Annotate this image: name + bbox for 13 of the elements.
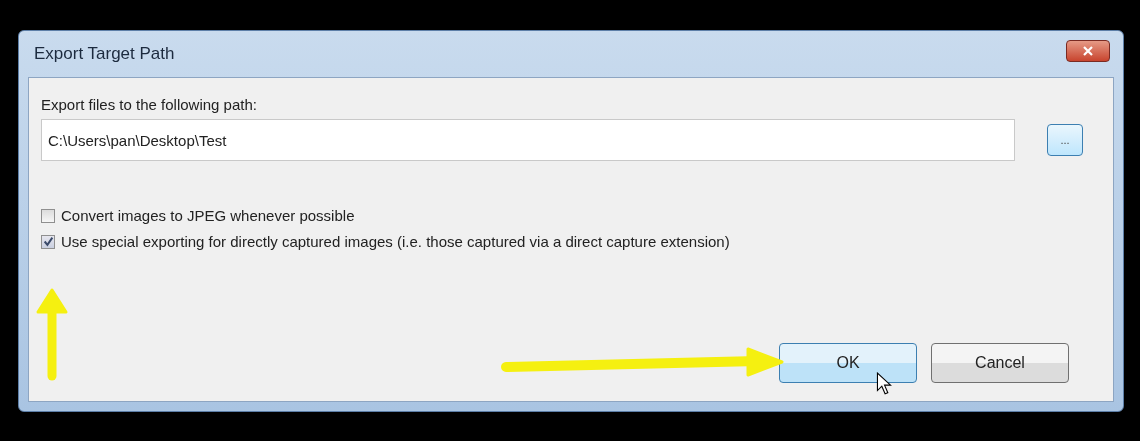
window-title: Export Target Path [34,44,175,64]
browse-button[interactable]: ... [1047,124,1083,156]
option-label: Use special exporting for directly captured images (i.e. those captured via a direct capture extension) [61,233,730,250]
path-field[interactable]: C:\Users\pan\Desktop\Test [41,119,1015,161]
close-button[interactable] [1066,40,1110,62]
cursor-icon [876,372,892,396]
close-icon [1082,46,1094,56]
ok-button[interactable]: OK [779,343,917,383]
checkbox[interactable] [41,234,55,249]
path-label: Export files to the following path: [41,96,258,113]
checkbox[interactable] [41,208,55,223]
option-label: Convert images to JPEG whenever possible [61,207,355,224]
cancel-button[interactable]: Cancel [931,343,1069,383]
